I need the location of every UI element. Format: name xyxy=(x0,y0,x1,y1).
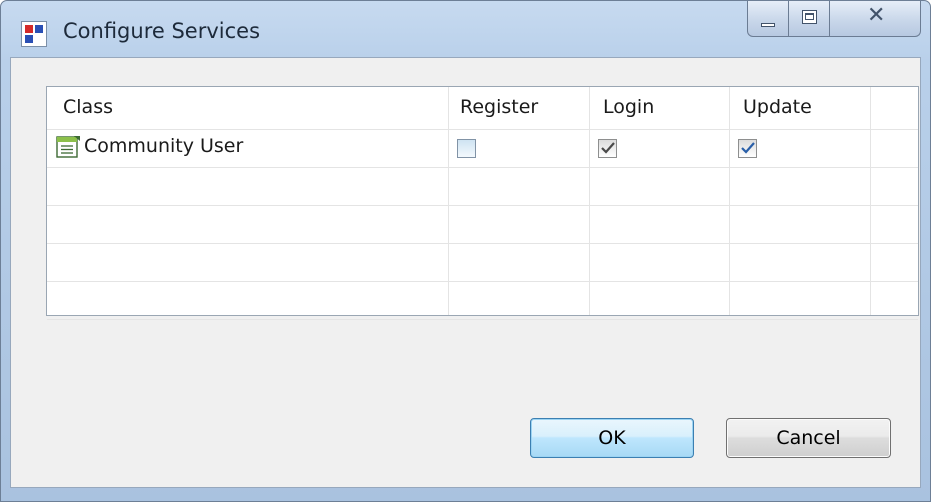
close-icon: ✕ xyxy=(867,3,886,28)
window-title: Configure Services xyxy=(63,19,261,43)
minimize-button[interactable] xyxy=(747,1,789,37)
app-logo-white-square xyxy=(35,35,43,43)
login-checkbox[interactable] xyxy=(598,139,617,158)
table-row[interactable]: Community User xyxy=(47,130,918,168)
checkmark-icon xyxy=(741,142,755,154)
services-table: Class Register Login Update Community Us… xyxy=(46,86,919,320)
dialog-window: Configure Services ✕ Class Register Logi… xyxy=(0,0,931,502)
app-logo-icon[interactable] xyxy=(21,21,47,47)
column-header-class[interactable]: Class xyxy=(63,96,113,118)
app-logo-blue-square xyxy=(35,25,43,33)
title-bar[interactable]: Configure Services ✕ xyxy=(1,1,930,56)
checkmark-icon xyxy=(601,142,615,154)
close-button[interactable]: ✕ xyxy=(829,1,921,37)
row-class-label: Community User xyxy=(84,135,244,157)
column-header-update[interactable]: Update xyxy=(743,96,812,118)
minimize-icon xyxy=(761,23,775,27)
app-logo-red-square xyxy=(25,25,33,33)
caption-buttons: ✕ xyxy=(747,1,921,39)
empty-table-row xyxy=(47,282,918,320)
empty-table-row xyxy=(47,206,918,244)
empty-table-row xyxy=(47,168,918,206)
maximize-button[interactable] xyxy=(788,1,830,37)
app-logo-blue-square xyxy=(25,35,33,43)
column-header-register[interactable]: Register xyxy=(460,96,538,118)
table-header: Class Register Login Update xyxy=(47,87,918,130)
empty-table-row xyxy=(47,244,918,282)
ok-button[interactable]: OK xyxy=(530,418,694,458)
update-checkbox[interactable] xyxy=(738,139,757,158)
class-document-icon xyxy=(56,136,80,158)
cancel-button[interactable]: Cancel xyxy=(726,418,891,458)
dialog-content: Class Register Login Update Community Us… xyxy=(10,57,921,488)
register-checkbox[interactable] xyxy=(457,139,476,158)
maximize-icon xyxy=(802,10,817,24)
column-header-login[interactable]: Login xyxy=(603,96,654,118)
